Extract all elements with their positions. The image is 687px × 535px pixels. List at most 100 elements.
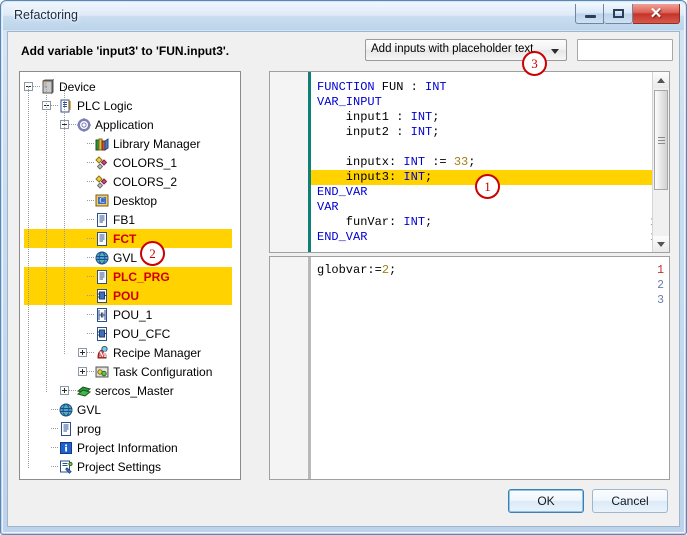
plc-logic-icon: [58, 98, 74, 114]
tree-connector-line: [51, 428, 58, 430]
code-line[interactable]: [311, 278, 669, 293]
code-pane-implementation[interactable]: 123 globvar:=2;: [269, 256, 670, 480]
tree-guide-line: [64, 86, 65, 354]
tree-item-prog[interactable]: prog: [24, 419, 240, 438]
tree-connector-line: [87, 276, 94, 278]
chevron-down-icon: [551, 49, 559, 54]
tree-expand-icon[interactable]: [78, 367, 87, 376]
tree-item-gvl[interactable]: GVL: [24, 400, 240, 419]
tree-item-library-manager[interactable]: Library Manager: [24, 134, 240, 153]
code-vertical-scrollbar[interactable]: [652, 72, 669, 252]
pou-fbd-icon: [94, 326, 110, 342]
tree-connector-line: [87, 238, 94, 240]
tree-item-application[interactable]: Application: [24, 115, 240, 134]
tree-indent-spacer: [24, 409, 42, 410]
gvl-icon: [58, 402, 74, 418]
tree-item-fct[interactable]: FCT: [24, 229, 232, 248]
refactoring-message: Add variable 'input3' to 'FUN.input3'.: [21, 44, 229, 58]
scroll-up-arrow-icon[interactable]: [653, 72, 669, 88]
desktop-icon: C: [94, 193, 110, 209]
tree-item-task-configuration[interactable]: Task Configuration: [24, 362, 240, 381]
tree-item-label: POU: [110, 289, 139, 303]
tree-item-label: COLORS_2: [110, 175, 177, 189]
window-title: Refactoring: [14, 8, 78, 22]
tree-item-recipe-manager[interactable]: MRecipe Manager: [24, 343, 240, 362]
close-button[interactable]: ✕: [633, 4, 680, 24]
minimize-button[interactable]: [575, 4, 604, 24]
code-line[interactable]: [311, 293, 669, 308]
code-line[interactable]: funVar: INT;: [311, 215, 669, 230]
tree-indent-spacer: [24, 447, 42, 448]
tree-indent-spacer: [24, 143, 78, 144]
tree-item-pou[interactable]: POU: [24, 286, 232, 305]
tree-guide-line: [46, 86, 47, 392]
tree-item-label: GVL: [110, 251, 137, 265]
tree-expand-icon[interactable]: [60, 386, 69, 395]
tree-item-sercos-master[interactable]: sercos_Master: [24, 381, 240, 400]
tree-connector-line: [51, 466, 58, 468]
tree-indent-spacer: [24, 295, 78, 296]
ok-button[interactable]: OK: [508, 489, 584, 513]
tree-item-device[interactable]: Device: [24, 77, 240, 96]
tree-item-desktop[interactable]: CDesktop: [24, 191, 240, 210]
code-line[interactable]: inputx: INT := 33;: [311, 155, 669, 170]
tree-item-label: Library Manager: [110, 137, 200, 151]
tree-item-label: prog: [74, 422, 101, 436]
recipe-manager-icon: M: [94, 345, 110, 361]
project-information-icon: [58, 440, 74, 456]
tree-item-colors-1[interactable]: COLORS_1: [24, 153, 240, 172]
code-line[interactable]: input1 : INT;: [311, 110, 669, 125]
scroll-down-arrow-icon[interactable]: [653, 236, 669, 252]
gvl-icon: [94, 250, 110, 266]
tree-item-project-information[interactable]: Project Information: [24, 438, 240, 457]
code-line[interactable]: input2 : INT;: [311, 125, 669, 140]
title-bar: Refactoring ✕: [3, 3, 684, 30]
tree-item-label: Project Information: [74, 441, 178, 455]
code-line[interactable]: END_VAR: [311, 230, 669, 245]
annotation-marker-2: 2: [140, 241, 165, 266]
tree-item-plc-logic[interactable]: PLC Logic: [24, 96, 240, 115]
dialog-body: Add variable 'input3' to 'FUN.input3'. A…: [7, 31, 680, 527]
tree-indent-spacer: [24, 428, 42, 429]
tree-item-label: sercos_Master: [92, 384, 174, 398]
project-tree-panel[interactable]: DevicePLC LogicApplication Library Manage…: [19, 71, 241, 480]
code-line[interactable]: [311, 140, 669, 155]
tree-indent-spacer: [24, 219, 78, 220]
code-pane-declaration[interactable]: 1234567891011 FUNCTION FUN : INTVAR_INPU…: [269, 71, 670, 253]
header-row: Add variable 'input3' to 'FUN.input3'. A…: [9, 33, 678, 68]
dialog-footer: OK Cancel: [9, 480, 678, 525]
code-line[interactable]: globvar:=2;: [311, 263, 669, 278]
tree-item-pou-1[interactable]: POU_1: [24, 305, 240, 324]
tree-indent-spacer: [24, 333, 78, 334]
tree-item-pou-cfc[interactable]: POU_CFC: [24, 324, 240, 343]
tree-item-label: GVL: [74, 403, 101, 417]
tree-connector-line: [87, 295, 94, 297]
tree-item-gvl[interactable]: GVL: [24, 248, 240, 267]
code-line[interactable]: VAR_INPUT: [311, 95, 669, 110]
device-icon: [40, 79, 56, 95]
tree-connector-line: [51, 105, 58, 107]
placeholder-text-input[interactable]: [577, 39, 673, 61]
tree-indent-spacer: [24, 162, 78, 163]
line-number-gutter-bottom: [270, 257, 308, 479]
tree-item-plc-prg[interactable]: PLC_PRG: [24, 267, 232, 286]
svg-text:C: C: [99, 196, 104, 205]
pou-fbd-icon: [94, 288, 110, 304]
tree-item-label: Task Configuration: [110, 365, 212, 379]
pou-st-icon: [58, 421, 74, 437]
cancel-button[interactable]: Cancel: [592, 489, 668, 513]
tree-indent-spacer: [24, 181, 78, 182]
tree-connector-line: [87, 200, 94, 202]
scrollbar-thumb[interactable]: [654, 90, 668, 190]
tree-item-colors-2[interactable]: COLORS_2: [24, 172, 240, 191]
code-line[interactable]: VAR: [311, 200, 669, 215]
code-line[interactable]: FUNCTION FUN : INT: [311, 80, 669, 95]
tree-expand-icon[interactable]: [78, 348, 87, 357]
tree-item-project-settings[interactable]: Project Settings: [24, 457, 240, 476]
tree-indent-spacer: [24, 276, 78, 277]
tree-item-fb1[interactable]: FB1: [24, 210, 240, 229]
tree-indent-spacer: [24, 257, 78, 258]
restore-button[interactable]: [604, 4, 633, 24]
pou-st-icon: [94, 212, 110, 228]
tree-indent-spacer: [24, 238, 78, 239]
